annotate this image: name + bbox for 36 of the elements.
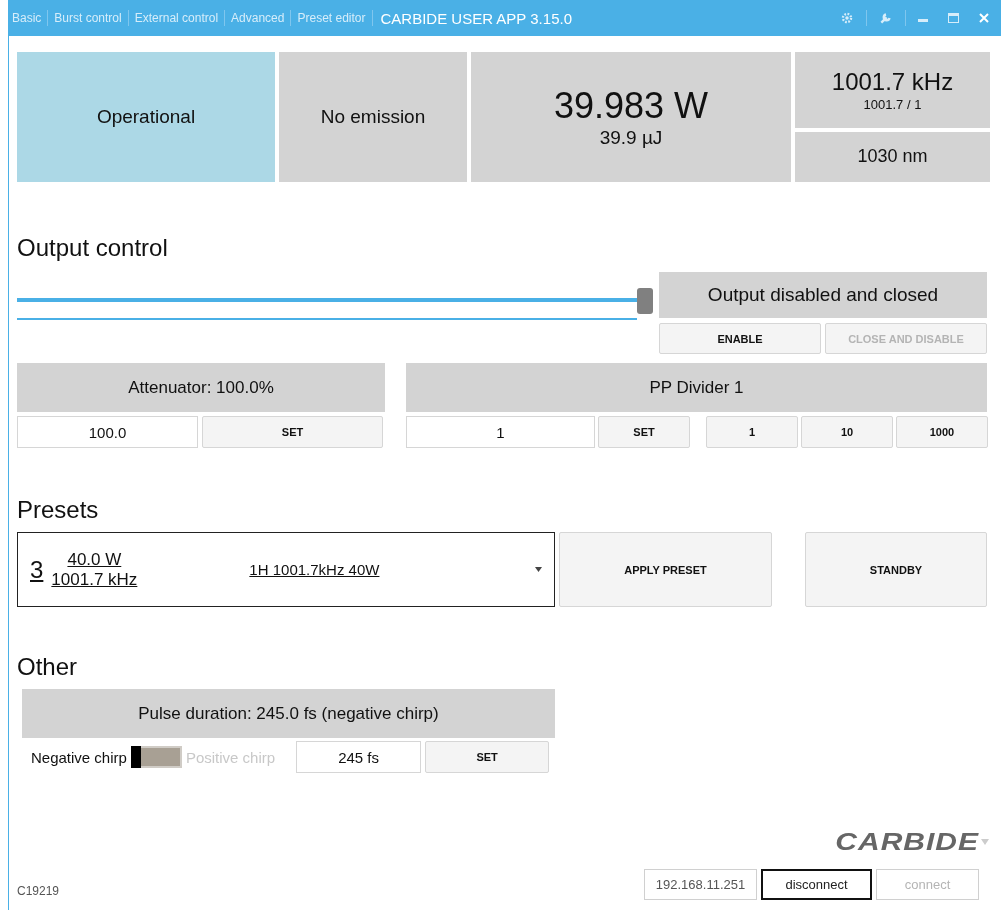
divider-preset-button[interactable]: 10 xyxy=(801,416,893,448)
section-heading: Presets xyxy=(17,496,100,524)
brand-logo: CARBIDE xyxy=(835,828,979,856)
disconnect-button[interactable]: disconnect xyxy=(761,869,872,900)
divider-ratio: 1001.7 / 1 xyxy=(863,96,922,113)
section-heading: Output control xyxy=(17,234,169,262)
chirp-toggle[interactable] xyxy=(130,746,182,768)
divider-field[interactable]: 1 xyxy=(406,416,595,448)
power-value: 39.983 W xyxy=(553,84,709,128)
emission-text: No emission xyxy=(320,105,426,129)
wavelength-value: 1030 nm xyxy=(857,146,928,168)
enable-button[interactable]: ENABLE xyxy=(659,323,821,354)
output-status: Output disabled and closed xyxy=(659,272,987,318)
apply-preset-button[interactable]: APPLY PRESET xyxy=(559,532,772,607)
standby-button[interactable]: STANDBY xyxy=(805,532,987,607)
ip-address: 192.168.11.251 xyxy=(644,869,757,900)
status-text: Operational xyxy=(96,105,196,129)
dropdown-caret-icon xyxy=(535,567,542,572)
serial-number: C19219 xyxy=(17,884,60,898)
slider-thumb[interactable] xyxy=(637,288,653,314)
divider-preset-button[interactable]: 1 xyxy=(706,416,798,448)
pulse-field[interactable]: 245 fs xyxy=(296,741,422,773)
pulse-duration-title: Pulse duration: 245.0 fs (negative chirp) xyxy=(22,689,555,738)
scroll-down-icon xyxy=(981,839,989,845)
divider-preset-button[interactable]: 1000 xyxy=(896,416,988,448)
divider-title: PP Divider 1 xyxy=(406,363,987,412)
frequency-value: 1001.7 kHz xyxy=(831,67,954,97)
attenuator-field[interactable]: 100.0 xyxy=(17,416,198,448)
window-title: CARBIDE USER APP 3.15.0 xyxy=(380,9,572,27)
chirp-label: Negative chirp xyxy=(31,748,127,766)
set-button[interactable]: SET xyxy=(598,416,690,448)
section-heading: Other xyxy=(17,653,79,681)
set-button[interactable]: SET xyxy=(202,416,383,448)
attenuator-title: Attenuator: 100.0% xyxy=(17,363,385,412)
energy-value: 39.9 µJ xyxy=(599,127,663,150)
set-button[interactable]: SET xyxy=(425,741,550,773)
